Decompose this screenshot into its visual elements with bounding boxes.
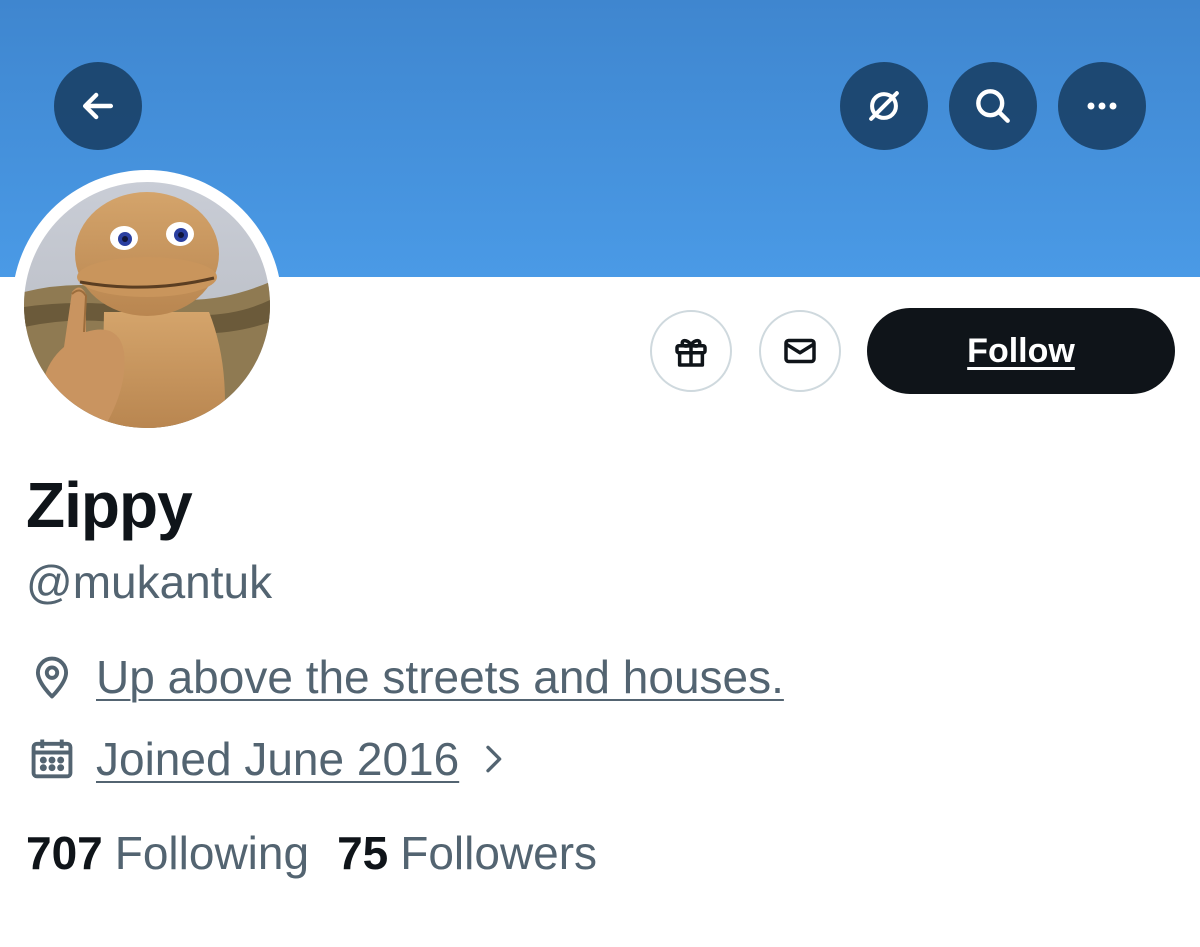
joined-date[interactable]: Joined June 2016 [96,732,459,786]
followers-label: Followers [400,827,598,879]
search-icon [976,89,1010,123]
location-pin-icon [35,656,69,699]
profile-handle: @mukantuk [26,556,273,608]
arrow-left-icon [82,92,114,120]
back-button[interactable] [54,62,142,150]
avatar-frame [12,170,282,440]
avatar[interactable] [24,182,270,428]
following-label: Following [114,827,310,879]
message-button[interactable] [759,310,841,392]
location-row: Up above the streets and houses. [26,650,784,704]
location-link[interactable]: Up above the streets and houses. [96,650,784,704]
profile-name: Zippy [26,469,193,541]
followers-count: 75 [337,827,389,879]
profile-stats: 707 Following 75 Followers [26,826,625,880]
following-stat[interactable]: 707 Following [26,826,309,880]
search-button[interactable] [949,62,1037,150]
following-count: 707 [26,827,103,879]
joined-row[interactable]: Joined June 2016 [26,732,513,786]
subscribe-gift-button[interactable] [650,310,732,392]
grok-icon [869,91,899,121]
chevron-right-icon [486,745,502,773]
mail-icon [784,338,816,364]
grok-button[interactable] [840,62,928,150]
calendar-icon [31,739,73,779]
followers-stat[interactable]: 75 Followers [337,826,597,880]
gift-icon [675,338,707,367]
more-horizontal-icon [1087,102,1117,110]
follow-button[interactable]: Follow [867,308,1175,394]
more-button[interactable] [1058,62,1146,150]
